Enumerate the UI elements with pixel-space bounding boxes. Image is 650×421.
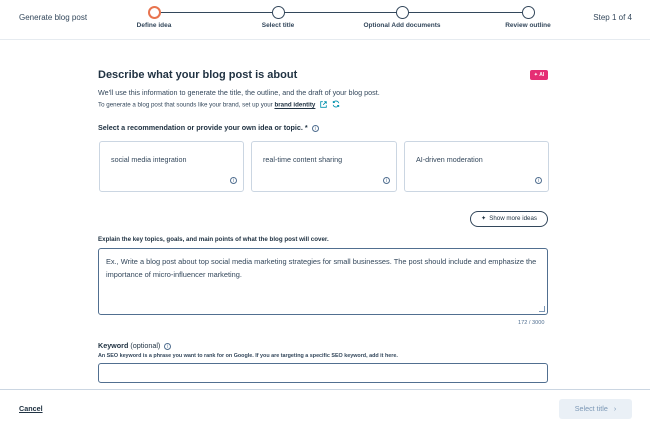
- refresh-icon[interactable]: [332, 100, 340, 110]
- topic-textarea[interactable]: Ex., Write a blog post about top social …: [98, 248, 548, 315]
- recommendation-card[interactable]: social media integration i: [99, 141, 244, 192]
- show-more-ideas-button[interactable]: ✦ Show more ideas: [470, 211, 548, 227]
- info-icon[interactable]: i: [311, 124, 319, 132]
- header-bar: Generate blog post Define idea Select ti…: [0, 0, 650, 40]
- step-indicator: [271, 6, 285, 19]
- recommendation-label-text: Select a recommendation or provide your …: [98, 123, 308, 132]
- step-label: Select title: [261, 22, 295, 29]
- info-icon[interactable]: i: [535, 177, 542, 184]
- step-select-title: Select title: [223, 6, 333, 29]
- show-more-label: Show more ideas: [489, 215, 537, 222]
- recommendation-card[interactable]: real-time content sharing i: [251, 141, 397, 192]
- recommendation-text: real-time content sharing: [263, 155, 343, 164]
- info-icon[interactable]: i: [230, 177, 237, 184]
- intro-text: We'll use this information to generate t…: [98, 88, 380, 97]
- select-title-label: Select title: [574, 404, 608, 413]
- brand-hint-text: To generate a blog post that sounds like…: [98, 101, 275, 109]
- step-add-documents: Optional Add documents: [347, 6, 457, 29]
- keyword-help-text: An SEO keyword is a phrase you want to r…: [98, 353, 398, 359]
- step-indicator: [521, 6, 535, 19]
- resize-handle-icon[interactable]: [539, 306, 545, 312]
- ai-badge: ✦ AI: [530, 70, 548, 80]
- recommendation-text: social media integration: [111, 155, 187, 164]
- step-indicator: [395, 6, 409, 19]
- brand-identity-hint: To generate a blog post that sounds like…: [98, 100, 340, 110]
- chevron-right-icon: ›: [613, 404, 617, 413]
- section-title: Describe what your blog post is about: [98, 69, 298, 81]
- keyword-label-text: Keyword: [98, 341, 129, 350]
- info-icon[interactable]: i: [383, 177, 390, 184]
- external-link-icon: [320, 100, 327, 110]
- cancel-button[interactable]: Cancel: [19, 404, 43, 413]
- recommendation-text: AI-driven moderation: [416, 155, 483, 164]
- app-title: Generate blog post: [19, 13, 88, 22]
- step-review-outline: Review outline: [473, 6, 583, 29]
- step-define-idea: Define idea: [99, 6, 209, 29]
- footer-bar: Cancel Select title ›: [0, 389, 650, 421]
- character-counter: 172 / 3000: [518, 320, 545, 326]
- step-label: Optional Add documents: [363, 22, 441, 29]
- step-indicator-active: [147, 6, 161, 19]
- topic-placeholder: Ex., Write a blog post about top social …: [106, 257, 537, 279]
- recommendation-label: Select a recommendation or provide your …: [98, 123, 319, 132]
- explain-label: Explain the key topics, goals, and main …: [98, 236, 329, 243]
- recommendation-card[interactable]: AI-driven moderation i: [404, 141, 549, 192]
- keyword-label: Keyword (optional) i: [98, 341, 172, 350]
- step-label: Review outline: [505, 22, 551, 29]
- brand-identity-link[interactable]: brand identity: [274, 102, 315, 109]
- sparkle-icon: ✦: [481, 215, 487, 222]
- info-icon[interactable]: i: [164, 342, 172, 350]
- keyword-optional-text: (optional): [128, 341, 161, 350]
- keyword-input[interactable]: [98, 363, 548, 383]
- step-count: Step 1 of 4: [593, 13, 632, 22]
- select-title-button[interactable]: Select title ›: [559, 399, 632, 419]
- step-label: Define idea: [136, 22, 172, 29]
